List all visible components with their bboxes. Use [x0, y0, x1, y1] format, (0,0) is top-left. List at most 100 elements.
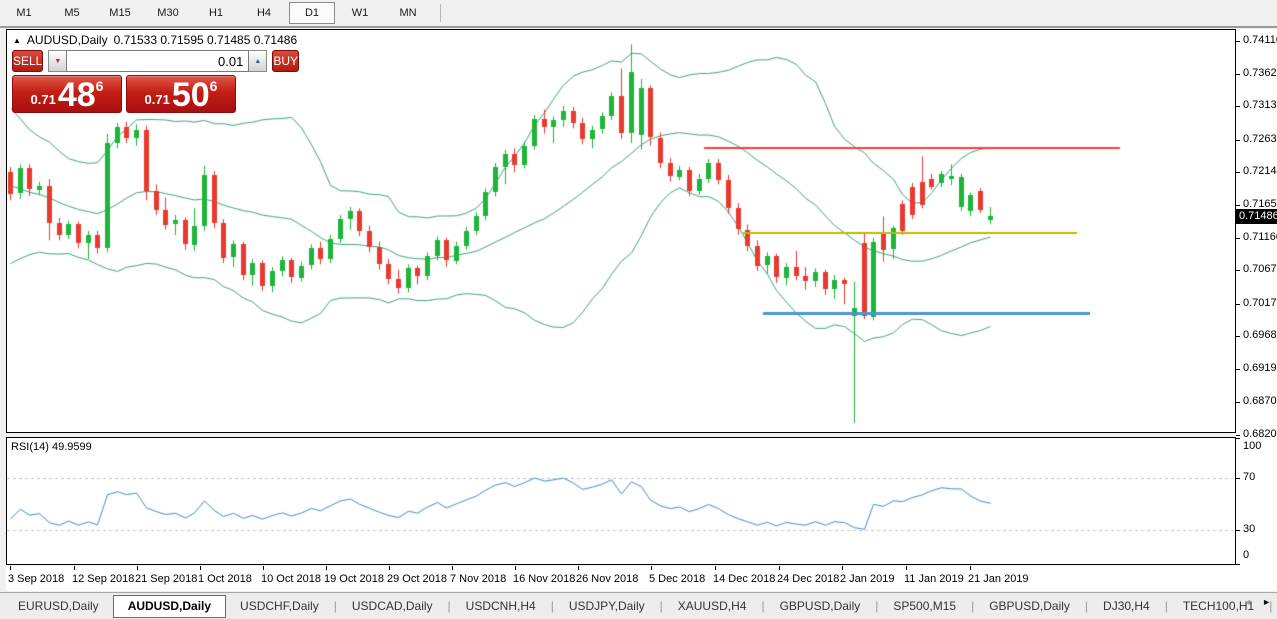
price-tick-dash [1236, 140, 1240, 141]
timeframe-button-H1[interactable]: H1 [193, 2, 239, 24]
rsi-tick-label: 0 [1243, 549, 1250, 561]
chart-tab-gbpusd-daily[interactable]: GBPUSD,Daily [975, 596, 1084, 617]
rsi-axis[interactable]: 100 70 30 0 [1236, 437, 1277, 567]
chart-tab-gbpusd-daily[interactable]: GBPUSD,Daily [766, 596, 875, 617]
timeframe-button-M1[interactable]: M1 [1, 2, 47, 24]
price-tick-dash [1236, 106, 1240, 107]
timeframe-button-D1[interactable]: D1 [289, 2, 335, 24]
rsi-tick-dash [1236, 530, 1240, 531]
timeframe-button-H4[interactable]: H4 [241, 2, 287, 24]
chart-tab-eurusd-daily[interactable]: EURUSD,Daily [4, 596, 113, 617]
date-label: 26 Nov 2018 [576, 573, 639, 585]
timeframe-button-MN[interactable]: MN [385, 2, 431, 24]
price-tick-dash [1236, 369, 1240, 370]
volume-increase-icon[interactable]: ▲ [249, 50, 268, 72]
date-tick [200, 566, 201, 570]
price-tick-dash [1236, 304, 1240, 305]
timeframe-button-M5[interactable]: M5 [49, 2, 95, 24]
date-label: 14 Dec 2018 [713, 573, 776, 585]
price-tick-label: 0.71160 [1243, 231, 1277, 243]
chart-marker-icon: ▲ [13, 35, 21, 45]
sell-button[interactable]: SELL [12, 50, 44, 72]
price-tick-label: 0.73620 [1243, 67, 1277, 79]
chart-tab-ukoil-h1[interactable]: UKOil,H1 [1273, 596, 1277, 617]
main-chart-panel: ▲ AUDUSD,Daily 0.71533 0.71595 0.71485 0… [6, 29, 1236, 433]
chart-tab-bar: EURUSD,Daily AUDUSD,Daily USDCHF,Daily | USD… [0, 592, 1277, 619]
tab-scroll-left-icon[interactable]: ◄ [1243, 597, 1252, 607]
volume-stepper: ▼ ▲ [48, 50, 268, 72]
price-tick-label: 0.69190 [1243, 362, 1277, 374]
date-label: 11 Jan 2019 [904, 573, 964, 585]
date-tick [326, 566, 327, 570]
price-axis[interactable]: 0.741100.736200.731300.726300.721400.716… [1236, 29, 1277, 440]
sell-price-prefix: 0.71 [30, 92, 56, 107]
price-tick-dash [1236, 270, 1240, 271]
timeframe-button-W1[interactable]: W1 [337, 2, 383, 24]
date-label: 1 Oct 2018 [198, 573, 252, 585]
chart-tab-xauusd-h4[interactable]: XAUUSD,H4 [664, 596, 761, 617]
date-tick [578, 566, 579, 570]
rsi-chart-canvas[interactable] [7, 438, 1233, 562]
timeframe-button-M30[interactable]: M30 [145, 2, 191, 24]
chart-tab-sp500-m15[interactable]: SP500,M15 [879, 596, 970, 617]
price-tick-label: 0.73130 [1243, 99, 1277, 111]
current-price-badge: 0.71486 [1236, 209, 1277, 224]
buy-button[interactable]: BUY [272, 50, 300, 72]
date-tick [970, 566, 971, 570]
chart-tab-usdjpy-daily[interactable]: USDJPY,Daily [555, 596, 659, 617]
price-tick-dash [1236, 74, 1240, 75]
date-tick [779, 566, 780, 570]
volume-decrease-icon[interactable]: ▼ [48, 50, 67, 72]
trading-platform-window: M1 M5 M15 M30 H1 H4 D1 W1 MN ▲ AUDUSD,Daily 0.71… [0, 0, 1277, 619]
date-tick [389, 566, 390, 570]
chart-tab-usdcad-daily[interactable]: USDCAD,Daily [338, 596, 447, 617]
date-label: 21 Jan 2019 [968, 573, 1029, 585]
price-tick-dash [1236, 41, 1240, 42]
buy-price-big-digits: 50 [171, 76, 210, 114]
date-label: 19 Oct 2018 [324, 573, 384, 585]
toolbar-separator [440, 4, 441, 22]
price-tick-label: 0.70670 [1243, 263, 1277, 275]
date-tick [842, 566, 843, 570]
one-click-trade-widget: SELL ▼ ▲ BUY 0.71 48 6 0.71 50 6 [12, 50, 300, 113]
date-tick [452, 566, 453, 570]
chart-tab-dj30-h4[interactable]: DJ30,H4 [1089, 596, 1164, 617]
timeframe-toolbar: M1 M5 M15 M30 H1 H4 D1 W1 MN [0, 0, 1277, 28]
price-tick-label: 0.68700 [1243, 395, 1277, 407]
chart-tab-audusd-daily[interactable]: AUDUSD,Daily [112, 594, 227, 618]
rsi-tick-label: 100 [1243, 440, 1262, 452]
date-tick [10, 566, 11, 570]
price-tick-dash [1236, 435, 1240, 436]
rsi-indicator-panel: RSI(14) 49.9599 [6, 437, 1236, 565]
timeframe-button-M15[interactable]: M15 [97, 2, 143, 24]
rsi-tick-dash [1236, 438, 1240, 439]
date-tick [906, 566, 907, 570]
date-tick [515, 566, 516, 570]
tab-scroll-right-icon[interactable]: ► [1262, 597, 1271, 607]
price-tick-label: 0.69680 [1243, 329, 1277, 341]
sell-price-big-digits: 48 [57, 76, 96, 114]
date-label: 29 Oct 2018 [387, 573, 447, 585]
sell-price-button[interactable]: 0.71 48 6 [12, 75, 122, 113]
volume-input[interactable] [66, 50, 250, 72]
date-tick [715, 566, 716, 570]
chart-tab-usdcnh-h4[interactable]: USDCNH,H4 [452, 596, 550, 617]
chart-title: ▲ AUDUSD,Daily 0.71533 0.71595 0.71485 0… [13, 33, 297, 47]
rsi-indicator-label: RSI(14) 49.9599 [11, 441, 92, 453]
date-label: 10 Oct 2018 [261, 573, 321, 585]
date-axis[interactable]: 3 Sep 2018 12 Sep 2018 21 Sep 2018 1 Oct 20… [6, 566, 1236, 591]
buy-price-button[interactable]: 0.71 50 6 [126, 75, 236, 113]
rsi-tick-dash [1236, 564, 1240, 565]
buy-price-pip-digit: 6 [209, 78, 218, 94]
price-tick-label: 0.70170 [1243, 297, 1277, 309]
price-tick-dash [1236, 172, 1240, 173]
date-label: 3 Sep 2018 [8, 573, 65, 585]
price-tick-label: 0.72140 [1243, 165, 1277, 177]
date-label: 21 Sep 2018 [135, 573, 198, 585]
chart-ohlc-values: 0.71533 0.71595 0.71485 0.71486 [113, 33, 298, 47]
sell-price-pip-digit: 6 [95, 78, 104, 94]
rsi-tick-dash [1236, 478, 1240, 479]
rsi-tick-label: 30 [1243, 523, 1256, 535]
price-tick-dash [1236, 336, 1240, 337]
chart-tab-usdchf-daily[interactable]: USDCHF,Daily [226, 596, 333, 617]
